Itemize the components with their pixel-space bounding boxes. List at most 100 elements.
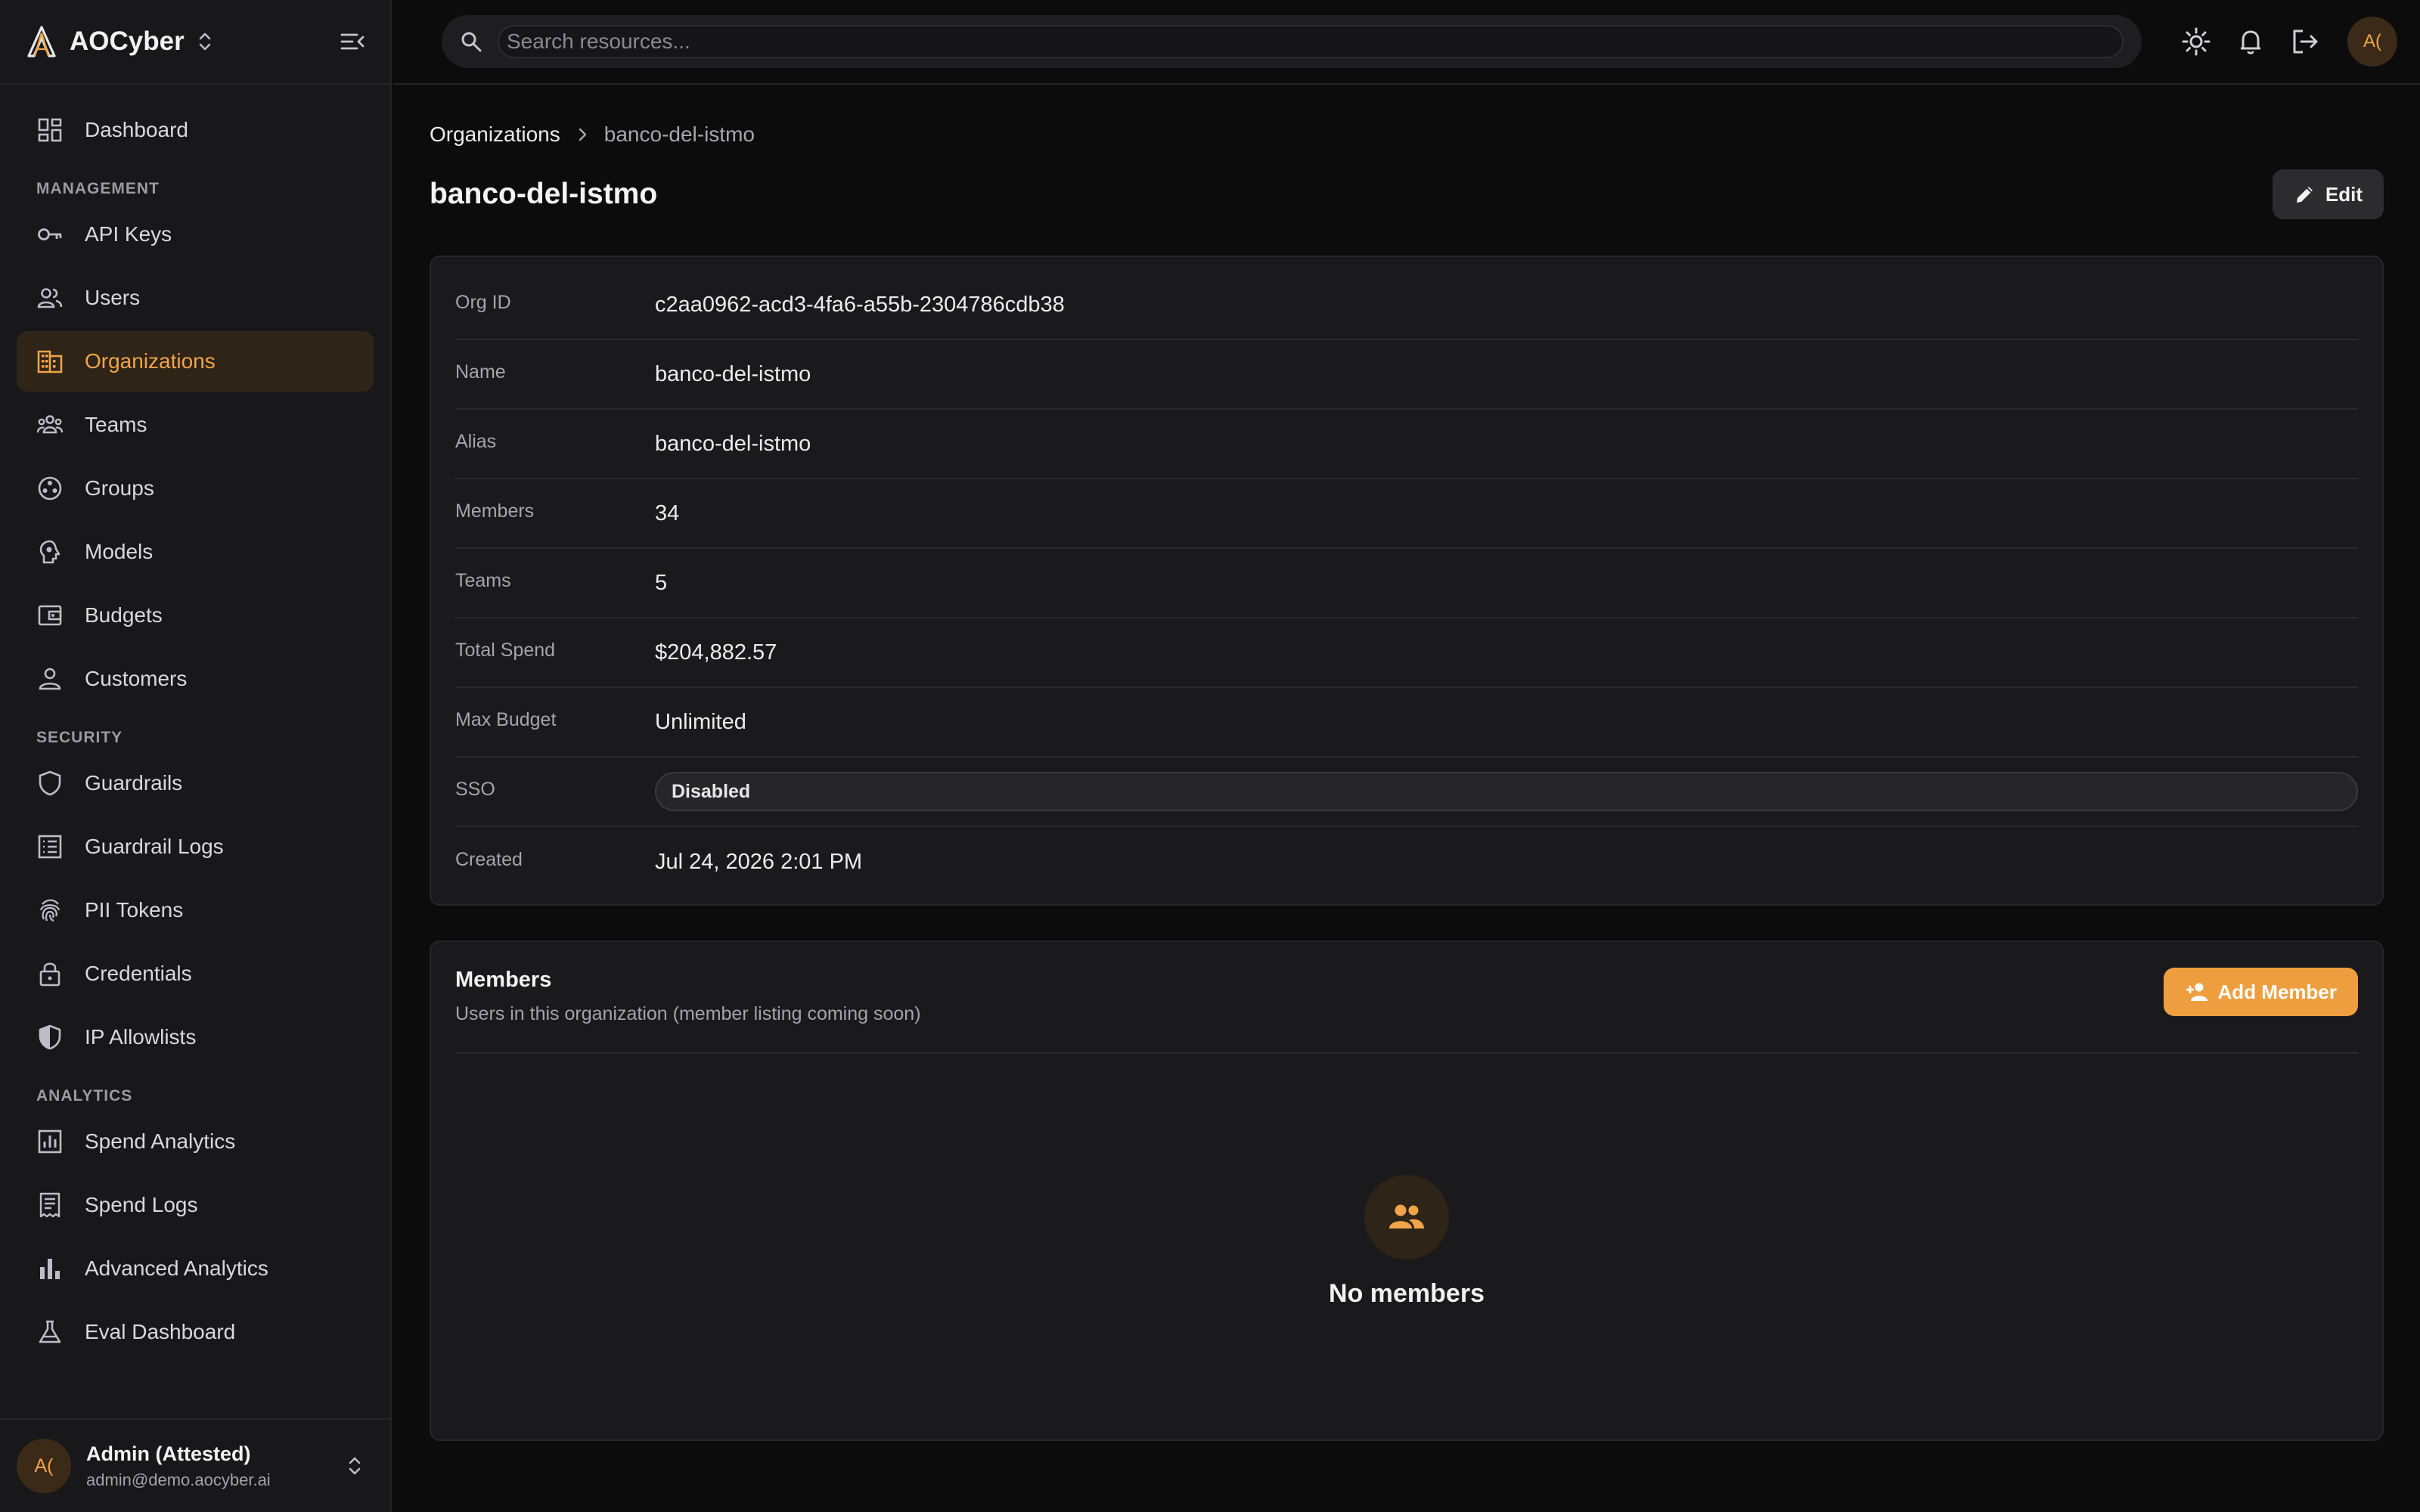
empty-state-icon-wrap bbox=[1364, 1175, 1449, 1259]
add-member-label: Add Member bbox=[2217, 980, 2337, 1003]
search-input[interactable] bbox=[498, 25, 2124, 58]
theme-toggle-sun-icon[interactable] bbox=[2181, 26, 2211, 57]
flask-icon bbox=[39, 1320, 61, 1343]
edit-button[interactable]: Edit bbox=[2272, 169, 2384, 219]
sidebar-item-advanced-analytics[interactable]: Advanced Analytics bbox=[17, 1238, 374, 1299]
breadcrumb-organizations-link[interactable]: Organizations bbox=[430, 122, 560, 147]
sidebar-item-api-keys[interactable]: API Keys bbox=[17, 204, 374, 265]
sidebar-item-guardrail-logs[interactable]: Guardrail Logs bbox=[17, 816, 374, 877]
detail-label: Org ID bbox=[455, 291, 511, 313]
collapse-sidebar-icon[interactable] bbox=[339, 28, 366, 55]
sidebar-item-customers[interactable]: Customers bbox=[17, 649, 374, 709]
page-title: banco-del-istmo bbox=[430, 178, 658, 210]
app-name: AOCyber bbox=[70, 26, 185, 56]
detail-row-alias: Alias banco-del-istmo bbox=[455, 410, 2358, 479]
sidebar-item-label: API Keys bbox=[85, 222, 172, 246]
search-bar[interactable] bbox=[442, 15, 2142, 68]
person-icon bbox=[39, 668, 61, 690]
sidebar-item-label: IP Allowlists bbox=[85, 1025, 197, 1049]
detail-row-members: Members 34 bbox=[455, 479, 2358, 549]
detail-label: Alias bbox=[455, 430, 497, 452]
org-details-card: Org ID c2aa0962-acd3-4fa6-a55b-2304786cd… bbox=[430, 256, 2384, 906]
detail-row-total-spend: Total Spend $204,882.57 bbox=[455, 618, 2358, 688]
detail-value: $204,882.57 bbox=[655, 640, 777, 665]
sidebar-item-spend-logs[interactable]: Spend Logs bbox=[17, 1175, 374, 1235]
shield-half-icon bbox=[39, 1024, 61, 1050]
sidebar-item-label: Budgets bbox=[85, 603, 163, 627]
detail-value: 34 bbox=[655, 500, 680, 525]
sidebar-nav: Dashboard MANAGEMENT API Keys Users Orga… bbox=[0, 85, 390, 1362]
building-icon bbox=[37, 350, 63, 373]
sidebar-item-budgets[interactable]: Budgets bbox=[17, 585, 374, 646]
members-title: Members bbox=[455, 968, 552, 992]
detail-value: c2aa0962-acd3-4fa6-a55b-2304786cdb38 bbox=[655, 292, 1065, 317]
top-actions: A( bbox=[2157, 17, 2397, 67]
key-icon bbox=[38, 228, 62, 240]
sidebar-item-label: Guardrails bbox=[85, 771, 183, 795]
sidebar-item-organizations[interactable]: Organizations bbox=[17, 331, 374, 392]
sidebar-item-ip-allowlists[interactable]: IP Allowlists bbox=[17, 1007, 374, 1067]
sidebar-item-dashboard[interactable]: Dashboard bbox=[17, 100, 374, 160]
detail-label: Total Spend bbox=[455, 639, 556, 661]
logout-icon[interactable] bbox=[2290, 26, 2320, 57]
workspace-switch-icon[interactable] bbox=[197, 30, 213, 53]
detail-value: banco-del-istmo bbox=[655, 361, 811, 386]
detail-label: Max Budget bbox=[455, 708, 557, 730]
detail-row-org-id: Org ID c2aa0962-acd3-4fa6-a55b-2304786cd… bbox=[455, 271, 2358, 340]
detail-label: SSO bbox=[455, 778, 495, 800]
detail-label: Members bbox=[455, 500, 535, 522]
chevron-up-down-icon[interactable] bbox=[346, 1455, 363, 1477]
sidebar-item-teams[interactable]: Teams bbox=[17, 395, 374, 455]
detail-value: banco-del-istmo bbox=[655, 431, 811, 456]
detail-value: Jul 24, 2026 2:01 PM bbox=[655, 849, 863, 874]
model-icon bbox=[39, 540, 60, 564]
sidebar-item-guardrails[interactable]: Guardrails bbox=[17, 753, 374, 813]
analytics-icon bbox=[38, 1129, 62, 1154]
sso-status-badge: Disabled bbox=[655, 772, 2358, 811]
wallet-icon bbox=[38, 605, 62, 626]
sidebar-item-credentials[interactable]: Credentials bbox=[17, 943, 374, 1004]
sidebar-item-label: Advanced Analytics bbox=[85, 1256, 268, 1280]
user-email: admin@demo.aocyber.ai bbox=[86, 1470, 271, 1489]
detail-label: Created bbox=[455, 848, 523, 870]
sidebar-item-spend-analytics[interactable]: Spend Analytics bbox=[17, 1111, 374, 1172]
detail-label: Teams bbox=[455, 569, 511, 591]
dashboard-icon bbox=[38, 118, 62, 142]
sidebar-item-label: Guardrail Logs bbox=[85, 835, 224, 858]
receipt-icon bbox=[39, 1192, 60, 1218]
teams-icon bbox=[36, 415, 64, 434]
breadcrumb-current: banco-del-istmo bbox=[603, 122, 755, 146]
notification-bell-icon[interactable] bbox=[2235, 26, 2266, 57]
sidebar-item-label: PII Tokens bbox=[85, 898, 184, 922]
person-add-icon bbox=[2186, 983, 2207, 1001]
detail-row-name: Name banco-del-istmo bbox=[455, 340, 2358, 410]
groups-icon bbox=[38, 476, 62, 500]
detail-value: 5 bbox=[655, 570, 668, 595]
sidebar-item-models[interactable]: Models bbox=[17, 522, 374, 582]
sidebar-section-management: MANAGEMENT bbox=[36, 180, 160, 197]
avatar: A( bbox=[17, 1439, 71, 1493]
bar-chart-icon bbox=[40, 1259, 60, 1279]
sidebar-item-label: Groups bbox=[85, 476, 154, 500]
detail-row-teams: Teams 5 bbox=[455, 549, 2358, 618]
sidebar-item-users[interactable]: Users bbox=[17, 268, 374, 328]
sidebar-item-label: Models bbox=[85, 540, 154, 563]
sidebar-item-label: Credentials bbox=[85, 962, 192, 985]
aocyber-logo-icon bbox=[27, 26, 56, 57]
add-member-button[interactable]: Add Member bbox=[2163, 968, 2358, 1016]
fingerprint-icon bbox=[39, 899, 60, 922]
lock-icon bbox=[39, 962, 60, 987]
sidebar-item-pii-tokens[interactable]: PII Tokens bbox=[17, 880, 374, 940]
sidebar-item-eval-dashboard[interactable]: Eval Dashboard bbox=[17, 1302, 374, 1362]
top-avatar[interactable]: A( bbox=[2347, 17, 2397, 67]
users-icon bbox=[37, 288, 63, 308]
chevron-right-icon bbox=[579, 128, 586, 141]
log-list-icon bbox=[38, 835, 62, 859]
sidebar-section-analytics: ANALYTICS bbox=[36, 1087, 133, 1105]
title-row: banco-del-istmo Edit bbox=[430, 168, 2384, 221]
members-subtitle: Users in this organization (member listi… bbox=[455, 1003, 921, 1024]
members-empty-state: No members bbox=[431, 1175, 2382, 1309]
sidebar-item-label: Spend Logs bbox=[85, 1193, 198, 1216]
sidebar-item-groups[interactable]: Groups bbox=[17, 458, 374, 519]
user-menu[interactable]: A( Admin (Attested) admin@demo.aocyber.a… bbox=[0, 1418, 390, 1512]
